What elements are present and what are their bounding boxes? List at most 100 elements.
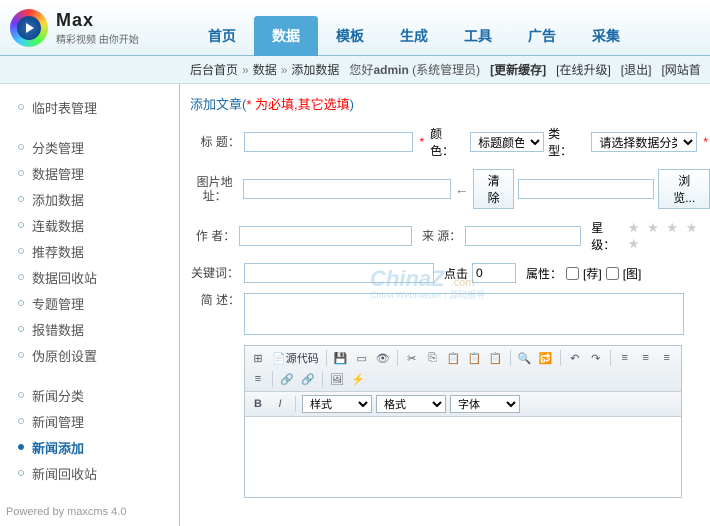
copy-icon[interactable]: ⎘ — [424, 349, 442, 367]
save-icon[interactable]: 💾 — [332, 349, 350, 367]
sidebar-item-label: 新闻管理 — [32, 412, 84, 431]
paste-text-icon[interactable]: 📋 — [466, 349, 484, 367]
required-icon: * — [703, 135, 708, 149]
sidebar-item-label: 分类管理 — [32, 138, 84, 157]
flash-icon[interactable]: ⚡ — [349, 370, 367, 388]
topnav-广告[interactable]: 广告 — [510, 16, 574, 56]
title-color-select[interactable]: 标题颜色 — [470, 132, 544, 152]
breadcrumb-l2[interactable]: 添加数据 — [291, 61, 339, 78]
preview-icon[interactable]: 👁 — [374, 349, 392, 367]
attr-recommend-checkbox[interactable] — [566, 267, 579, 280]
star-rating[interactable]: ★ ★ ★ ★ ★ — [628, 220, 710, 252]
format-select[interactable]: 格式 — [376, 395, 446, 413]
sidebar-item-label: 数据管理 — [32, 164, 84, 183]
cut-icon[interactable]: ✂ — [403, 349, 421, 367]
bullet-icon — [18, 170, 24, 176]
refresh-cache-link[interactable]: [更新缓存] — [490, 61, 546, 78]
sidebar-item-数据管理[interactable]: 数据管理 — [18, 160, 179, 186]
category-select[interactable]: 请选择数据分类 — [591, 132, 697, 152]
sidebar-item-推荐数据[interactable]: 推荐数据 — [18, 238, 179, 264]
style-select[interactable]: 样式 — [302, 395, 372, 413]
image-icon[interactable]: 🖼 — [328, 370, 346, 388]
undo-icon[interactable]: ↶ — [566, 349, 584, 367]
sidebar-item-分类管理[interactable]: 分类管理 — [18, 134, 179, 160]
label-hit: 点击 — [444, 265, 468, 282]
upgrade-link[interactable]: [在线升级] — [556, 61, 611, 78]
description-textarea[interactable] — [244, 293, 684, 335]
align-justify-icon[interactable]: ≡ — [249, 370, 267, 388]
align-right-icon[interactable]: ≡ — [658, 349, 676, 367]
attr-image-checkbox[interactable] — [606, 267, 619, 280]
sidebar-item-连载数据[interactable]: 连载数据 — [18, 212, 179, 238]
sidebar-item-临时表管理[interactable]: 临时表管理 — [18, 94, 179, 120]
browse-button[interactable]: 浏览... — [658, 169, 710, 209]
upload-path-input[interactable] — [518, 179, 654, 199]
label-attr: 属性： — [526, 265, 562, 282]
pic-url-input[interactable] — [243, 179, 450, 199]
topnav-采集[interactable]: 采集 — [574, 16, 638, 56]
find-icon[interactable]: 🔍 — [516, 349, 534, 367]
align-left-icon[interactable]: ≡ — [616, 349, 634, 367]
breadcrumb-home[interactable]: 后台首页 — [190, 61, 238, 78]
editor-body[interactable] — [245, 417, 681, 497]
site-home-link[interactable]: [网站首 — [661, 61, 700, 78]
hit-input[interactable] — [472, 263, 516, 283]
topnav-数据[interactable]: 数据 — [254, 16, 318, 56]
bullet-icon — [18, 144, 24, 150]
source-code-button[interactable]: 📄源代码 — [270, 350, 321, 366]
replace-icon[interactable]: 🔂 — [537, 349, 555, 367]
sidebar-item-伪原创设置[interactable]: 伪原创设置 — [18, 342, 179, 368]
sidebar-item-添加数据[interactable]: 添加数据 — [18, 186, 179, 212]
required-icon: * — [419, 135, 424, 149]
rich-editor: ⊞ 📄源代码 💾 ▭ 👁 ✂ ⎘ 📋 📋 📋 🔍 🔂 ↶ ↷ ≡ — [244, 345, 682, 498]
sidebar-item-label: 新闻添加 — [32, 438, 84, 457]
source-input[interactable] — [465, 226, 581, 246]
bullet-icon — [18, 196, 24, 202]
editor-toolbar: ⊞ 📄源代码 💾 ▭ 👁 ✂ ⎘ 📋 📋 📋 🔍 🔂 ↶ ↷ ≡ — [245, 346, 681, 392]
sidebar-item-label: 新闻回收站 — [32, 464, 97, 483]
paste-icon[interactable]: 📋 — [445, 349, 463, 367]
sidebar-item-新闻回收站[interactable]: 新闻回收站 — [18, 460, 179, 486]
logo-text: Max — [56, 10, 139, 31]
clear-button[interactable]: 清除 — [473, 169, 515, 209]
bullet-icon — [18, 418, 24, 424]
title-input[interactable] — [244, 132, 414, 152]
sidebar-item-label: 报错数据 — [32, 320, 84, 339]
logo: Max 精彩视频 由你开始 — [0, 9, 180, 47]
topnav-模板[interactable]: 模板 — [318, 16, 382, 56]
sidebar: 临时表管理分类管理数据管理添加数据连载数据推荐数据数据回收站专题管理报错数据伪原… — [0, 84, 180, 526]
italic-icon[interactable]: I — [271, 395, 289, 413]
label-star: 星级： — [591, 219, 624, 253]
top-nav: 首页数据模板生成工具广告采集 — [190, 0, 638, 56]
bullet-icon — [18, 444, 24, 450]
paste-word-icon[interactable]: 📋 — [487, 349, 505, 367]
sidebar-item-新闻添加[interactable]: 新闻添加 — [18, 434, 179, 460]
topnav-生成[interactable]: 生成 — [382, 16, 446, 56]
bullet-icon — [18, 222, 24, 228]
unlink-icon[interactable]: 🔗 — [299, 370, 317, 388]
sidebar-item-新闻管理[interactable]: 新闻管理 — [18, 408, 179, 434]
label-color: 颜色： — [430, 125, 466, 159]
label-desc: 简 述： — [190, 293, 240, 307]
align-center-icon[interactable]: ≡ — [637, 349, 655, 367]
new-page-icon[interactable]: ▭ — [353, 349, 371, 367]
logout-link[interactable]: [退出] — [621, 61, 652, 78]
redo-icon[interactable]: ↷ — [587, 349, 605, 367]
author-input[interactable] — [239, 226, 412, 246]
sidebar-item-新闻分类[interactable]: 新闻分类 — [18, 382, 179, 408]
topnav-首页[interactable]: 首页 — [190, 16, 254, 56]
bullet-icon — [18, 104, 24, 110]
topnav-工具[interactable]: 工具 — [446, 16, 510, 56]
sidebar-item-专题管理[interactable]: 专题管理 — [18, 290, 179, 316]
keyword-input[interactable] — [244, 263, 434, 283]
breadcrumb-l1[interactable]: 数据 — [253, 61, 277, 78]
label-pic: 图片地址： — [190, 175, 239, 203]
label-type: 类 型： — [548, 125, 587, 159]
content-area: 添加文章(* 为必填,其它选填) 标 题： * 颜色： 标题颜色 类 型： 请选… — [180, 84, 710, 526]
font-select[interactable]: 字体 — [450, 395, 520, 413]
bold-icon[interactable]: B — [249, 395, 267, 413]
expand-icon[interactable]: ⊞ — [249, 349, 267, 367]
sidebar-item-报错数据[interactable]: 报错数据 — [18, 316, 179, 342]
link-icon[interactable]: 🔗 — [278, 370, 296, 388]
sidebar-item-数据回收站[interactable]: 数据回收站 — [18, 264, 179, 290]
